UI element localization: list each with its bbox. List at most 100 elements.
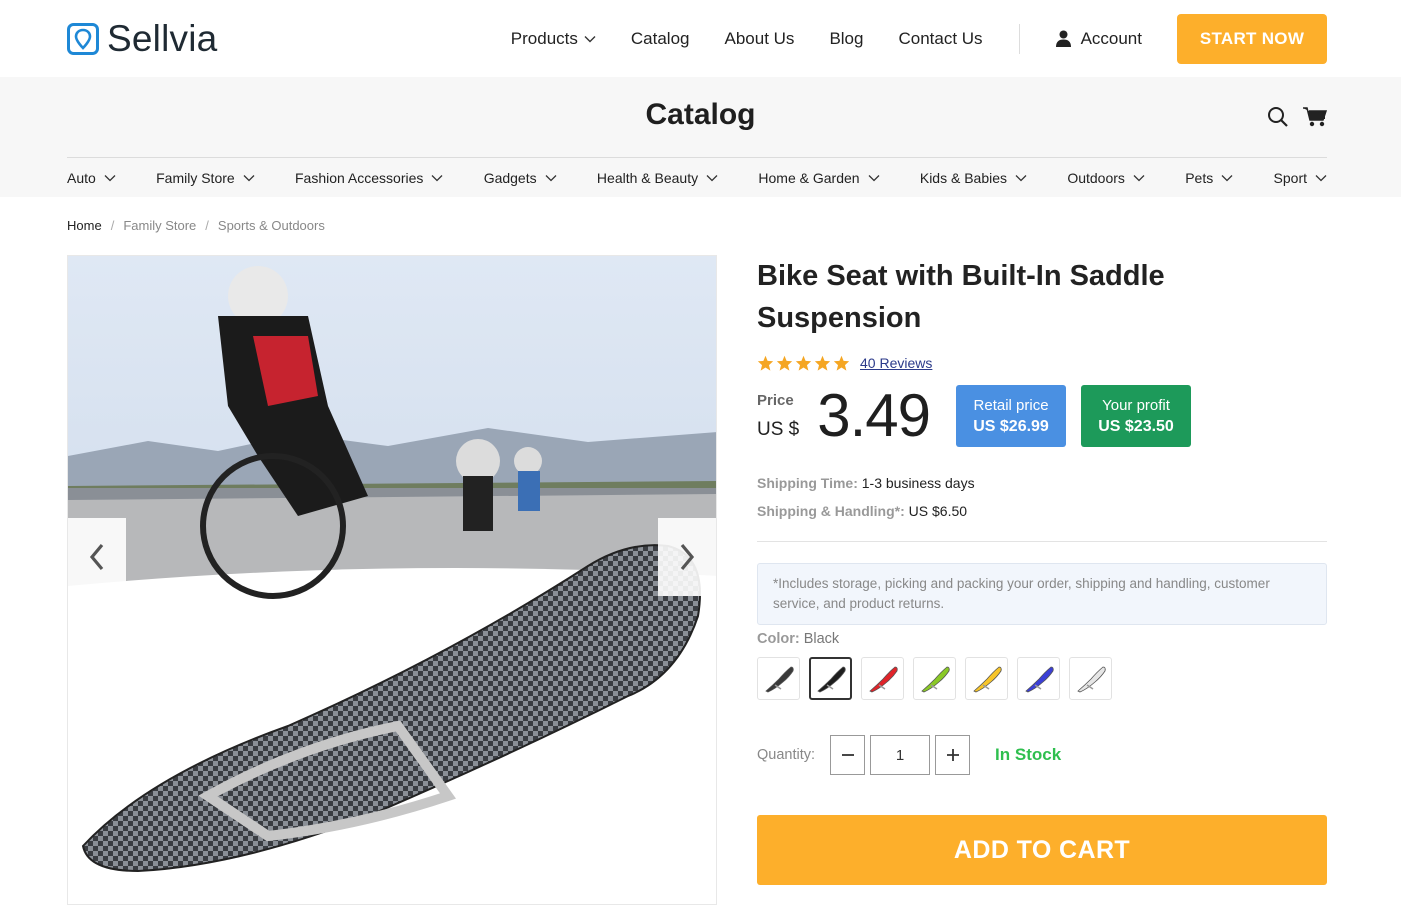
shipping-handling-value: US $6.50: [908, 503, 968, 519]
profit-value: US $23.50: [1098, 417, 1174, 435]
chevron-down-icon: [868, 174, 880, 181]
category-label: Kids & Babies: [919, 169, 1008, 186]
profit-box: Your profit US $23.50: [1081, 385, 1192, 447]
reviews-link[interactable]: 40 Reviews: [860, 355, 932, 371]
category-fashion-accessories[interactable]: Fashion Accessories: [295, 170, 443, 186]
nav-contact[interactable]: Contact Us: [898, 29, 982, 49]
plus-icon: [946, 749, 959, 761]
retail-price-label: Retail price: [973, 396, 1049, 414]
retail-price-box: Retail price US $26.99: [956, 385, 1067, 447]
category-label: Family Store: [156, 169, 235, 186]
category-menu: Auto Family Store Fashion Accessories Gadge…: [67, 157, 1327, 197]
nav-divider: [1018, 23, 1020, 54]
catalog-title: Catalog: [645, 98, 756, 131]
rating-row: 40 Reviews: [757, 355, 1327, 371]
star-icon: [757, 355, 774, 371]
category-label: Auto: [67, 169, 96, 186]
chevron-down-icon: [706, 174, 718, 181]
product-info: Bike Seat with Built-In Saddle Suspensio…: [757, 255, 1327, 885]
shipping-handling-label: Shipping & Handling*:: [757, 503, 905, 519]
search-icon[interactable]: [1267, 106, 1289, 128]
color-swatch[interactable]: [1017, 657, 1060, 700]
logo-icon: [67, 22, 99, 55]
start-now-button[interactable]: START NOW: [1177, 13, 1327, 64]
category-health-beauty[interactable]: Health & Beauty: [597, 170, 718, 186]
chevron-down-icon: [104, 174, 116, 181]
gallery-next-button[interactable]: [658, 518, 716, 596]
saddle-thumbnail-icon: [816, 666, 846, 692]
gallery-prev-button[interactable]: [68, 518, 126, 596]
brand-logo[interactable]: Sellvia: [67, 18, 217, 60]
color-swatch[interactable]: [965, 657, 1008, 700]
currency-label: US $: [757, 418, 800, 440]
shipping-time-label: Shipping Time:: [757, 475, 858, 491]
color-swatch[interactable]: [809, 657, 852, 700]
quantity-label: Quantity:: [757, 747, 816, 763]
retail-price-value: US $26.99: [973, 417, 1049, 435]
brand-name: Sellvia: [107, 17, 218, 59]
quantity-input[interactable]: [870, 735, 931, 775]
product-gallery: [67, 255, 717, 905]
quantity-decrease-button[interactable]: [830, 735, 866, 775]
chevron-down-icon: [1315, 174, 1327, 181]
breadcrumb: Home / Family Store / Sports & Outdoors: [67, 218, 325, 233]
user-icon: [1055, 30, 1071, 47]
saddle-thumbnail-icon: [920, 666, 950, 692]
shipping-handling: Shipping & Handling*: US $6.50: [757, 497, 1327, 525]
quantity-increase-button[interactable]: [935, 735, 971, 775]
chevron-down-icon: [584, 35, 596, 42]
category-home-garden[interactable]: Home & Garden: [758, 170, 880, 186]
price-label-group: Price US $: [757, 392, 799, 441]
color-swatch[interactable]: [913, 657, 956, 700]
category-family-store[interactable]: Family Store: [156, 170, 255, 186]
chevron-down-icon: [431, 174, 443, 181]
category-label: Sport: [1273, 169, 1307, 186]
nav-about[interactable]: About Us: [725, 29, 795, 49]
category-label: Outdoors: [1067, 169, 1125, 186]
nav-products[interactable]: Products: [511, 29, 596, 49]
category-gadgets[interactable]: Gadgets: [484, 170, 557, 186]
chevron-down-icon: [243, 174, 255, 181]
breadcrumb-separator: /: [110, 218, 115, 233]
account-label: Account: [1080, 28, 1142, 48]
breadcrumb-sports-outdoors[interactable]: Sports & Outdoors: [218, 218, 325, 233]
category-label: Health & Beauty: [596, 169, 699, 186]
color-row: Color: Black: [757, 631, 1327, 647]
star-icon: [833, 355, 850, 371]
cart-icon[interactable]: [1303, 106, 1327, 128]
category-pets[interactable]: Pets: [1185, 170, 1233, 186]
top-header: Sellvia Products Catalog About Us Blog C…: [0, 0, 1401, 77]
color-swatch[interactable]: [861, 657, 904, 700]
catalog-tools: [1267, 106, 1327, 128]
color-swatch[interactable]: [1069, 657, 1112, 700]
breadcrumb-family-store[interactable]: Family Store: [123, 218, 196, 233]
chevron-down-icon: [545, 174, 557, 181]
chevron-right-icon: [680, 543, 695, 571]
color-label: Color:: [757, 631, 800, 647]
chevron-left-icon: [89, 543, 104, 571]
stock-status: In Stock: [995, 745, 1062, 764]
category-sport[interactable]: Sport: [1274, 170, 1327, 186]
category-outdoors[interactable]: Outdoors: [1067, 170, 1145, 186]
color-swatch[interactable]: [757, 657, 800, 700]
nav-blog[interactable]: Blog: [829, 29, 863, 49]
price-row: Price US $ 3.49 Retail price US $26.99 Y…: [757, 385, 1327, 447]
category-kids-babies[interactable]: Kids & Babies: [920, 170, 1027, 186]
nav-catalog[interactable]: Catalog: [631, 29, 690, 49]
category-auto[interactable]: Auto: [67, 170, 116, 186]
shipping-time-value: 1-3 business days: [861, 475, 975, 491]
profit-label: Your profit: [1102, 396, 1170, 414]
price-label: Price: [757, 391, 794, 409]
rating-stars: [757, 355, 850, 371]
main-nav: Products Catalog About Us Blog Contact U…: [511, 29, 983, 49]
add-to-cart-button[interactable]: ADD TO CART: [757, 815, 1327, 885]
shipping-time: Shipping Time: 1-3 business days: [757, 469, 1327, 497]
color-swatches: [757, 657, 1327, 700]
account-link[interactable]: Account: [1055, 29, 1142, 49]
star-icon: [814, 355, 831, 371]
product-image: [68, 256, 716, 904]
breadcrumb-home[interactable]: Home: [67, 218, 102, 233]
saddle-thumbnail-icon: [868, 666, 898, 692]
saddle-thumbnail-icon: [764, 666, 794, 692]
category-label: Fashion Accessories: [294, 169, 424, 186]
